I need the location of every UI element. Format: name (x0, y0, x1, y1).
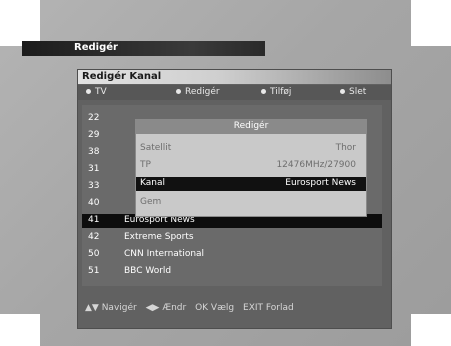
corner-mask (0, 0, 40, 46)
channel-row[interactable]: 50 CNN International (82, 248, 382, 262)
popup-row-label: TP (140, 160, 151, 170)
hint-change: ◀▶ Ændr (145, 303, 187, 313)
corner-mask (411, 314, 451, 346)
tab-label: Tilføj (270, 87, 292, 97)
popup-row-transponder[interactable]: TP 12476MHz/27900 (136, 159, 366, 173)
hint-exit: EXIT Forlad (243, 303, 294, 313)
channel-number: 51 (88, 266, 100, 276)
tab-label: Slet (349, 87, 367, 97)
popup-row-label: Kanal (140, 178, 165, 188)
channel-row[interactable]: 42 Extreme Sports (82, 231, 382, 245)
key-hints: ▲▼ Navigér ◀▶ Ændr OK Vælg EXIT Forlad (85, 303, 300, 313)
popup-row-value: 12476MHz/27900 (276, 160, 356, 170)
popup-row-value: Eurosport News (285, 178, 356, 188)
popup-title-bar: Redigér (136, 120, 366, 134)
channel-name: CNN International (124, 249, 205, 259)
window-title: Redigér (74, 42, 118, 53)
popup-row-label: Satellit (140, 143, 172, 153)
panel-subtitle: Redigér Kanal (82, 71, 162, 82)
tab-tv[interactable]: TV (86, 87, 107, 97)
tab-delete[interactable]: Slet (340, 87, 366, 97)
hint-navigate: ▲▼ Navigér (85, 303, 137, 313)
channel-number: 42 (88, 232, 100, 242)
popup-row-value: Thor (335, 143, 356, 153)
tab-label: Redigér (185, 87, 220, 97)
tv-screen: Redigér Redigér Kanal TV Redigér Tilføj … (0, 0, 451, 346)
popup-row-label: Gem (140, 197, 162, 207)
popup-title: Redigér (233, 121, 269, 131)
channel-number: 31 (88, 164, 100, 174)
dot-icon (86, 89, 91, 94)
channel-row[interactable]: 51 BBC World (82, 265, 382, 279)
tab-label: TV (95, 87, 107, 97)
channel-number: 33 (88, 181, 100, 191)
hint-select: OK Vælg (195, 303, 235, 313)
popup-row-save[interactable]: Gem (136, 196, 366, 210)
window-title-bar: Redigér (22, 41, 265, 56)
channel-name: BBC World (124, 266, 172, 276)
channel-number: 22 (88, 113, 100, 123)
column-bar: TV Redigér Tilføj Slet (78, 85, 391, 100)
corner-mask (411, 0, 451, 46)
channel-number: 40 (88, 198, 100, 208)
channel-number: 41 (88, 215, 100, 225)
popup-row-channel[interactable]: Kanal Eurosport News (136, 177, 366, 191)
dot-icon (340, 89, 345, 94)
dot-icon (261, 89, 266, 94)
channel-number: 29 (88, 130, 100, 140)
popup-row-satellite[interactable]: Satellit Thor (136, 142, 366, 156)
channel-number: 50 (88, 249, 100, 259)
panel-subtitle-bar: Redigér Kanal (78, 70, 391, 84)
channel-number: 38 (88, 147, 100, 157)
tab-edit[interactable]: Redigér (176, 87, 220, 97)
dot-icon (176, 89, 181, 94)
edit-popup: Redigér Satellit Thor TP 12476MHz/27900 … (135, 119, 367, 217)
channel-name: Extreme Sports (124, 232, 194, 242)
corner-mask (0, 314, 40, 346)
tab-add[interactable]: Tilføj (261, 87, 291, 97)
